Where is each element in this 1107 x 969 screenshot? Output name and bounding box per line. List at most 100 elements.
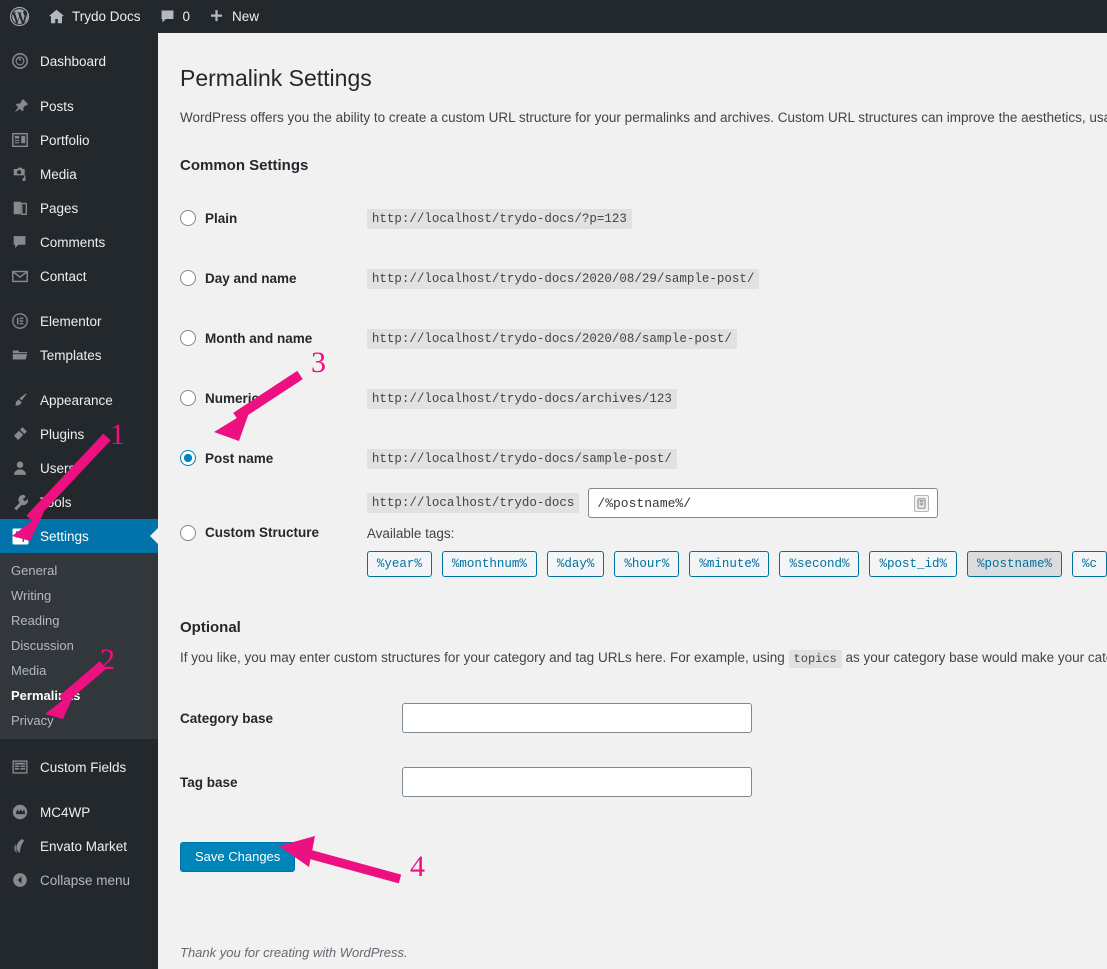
radio-custom-structure[interactable]: [180, 524, 196, 541]
menu-spacer-1: [0, 78, 158, 89]
optional-fields-table: Category base Tag base: [180, 686, 752, 814]
sidebar-label: Custom Fields: [40, 759, 127, 775]
page-title: Permalink Settings: [180, 65, 372, 91]
save-changes-button[interactable]: Save Changes: [180, 842, 296, 873]
adminbar-site-name[interactable]: Trydo Docs: [39, 0, 150, 33]
sidebar-item-contact[interactable]: Contact: [0, 259, 158, 293]
permalink-option-custom-structure[interactable]: Custom Structure: [180, 524, 367, 541]
tag-button-monthnum[interactable]: %monthnum%: [441, 551, 537, 578]
adminbar-comments[interactable]: 0: [150, 0, 200, 33]
common-settings-heading: Common Settings: [180, 157, 309, 175]
page-intro-text: WordPress offers you the ability to crea…: [180, 109, 1107, 125]
sidebar-label: Tools: [40, 494, 72, 510]
admin-sidebar-menu: Dashboard Posts Portfolio Media Pages Co…: [0, 33, 158, 969]
sidebar-item-envato-market[interactable]: Envato Market: [0, 829, 158, 863]
radio-label: Day and name: [205, 270, 297, 286]
sidebar-item-templates[interactable]: Templates: [0, 338, 158, 372]
envato-leaf-icon: [9, 835, 31, 857]
permalink-option-day-and-name[interactable]: Day and name: [180, 270, 367, 287]
sidebar-item-portfolio[interactable]: Portfolio: [0, 123, 158, 157]
permalink-preview-url: http://localhost/trydo-docs/?p=123: [366, 209, 632, 230]
sidebar-item-dashboard[interactable]: Dashboard: [0, 44, 158, 78]
radio-day-and-name[interactable]: [180, 270, 196, 287]
tag-button-category[interactable]: %c: [1071, 551, 1107, 578]
sidebar-item-collapse-menu[interactable]: Collapse menu: [0, 863, 158, 897]
submenu-item-privacy[interactable]: Privacy: [0, 708, 158, 733]
collapse-arrow-icon: [9, 869, 31, 891]
permalink-preview-url: http://localhost/trydo-docs/2020/08/29/s…: [366, 269, 760, 290]
tag-button-minute[interactable]: %minute%: [689, 551, 770, 578]
menu-spacer-5: [0, 784, 158, 795]
wrench-icon: [9, 491, 31, 513]
tag-button-post-id[interactable]: %post_id%: [869, 551, 957, 578]
wordpress-link[interactable]: WordPress: [340, 945, 404, 960]
tag-button-second[interactable]: %second%: [779, 551, 860, 578]
sidebar-item-plugins[interactable]: Plugins: [0, 417, 158, 451]
sidebar-label: Media: [40, 166, 77, 182]
sidebar-item-appearance[interactable]: Appearance: [0, 383, 158, 417]
elementor-icon: [9, 310, 31, 332]
table-grid-icon: [9, 756, 31, 778]
radio-plain[interactable]: [180, 210, 196, 227]
submenu-item-general[interactable]: General: [0, 558, 158, 583]
permalink-option-row: Post name http://localhost/trydo-docs/sa…: [180, 428, 1107, 488]
tag-button-hour[interactable]: %hour%: [614, 551, 680, 578]
sidebar-item-users[interactable]: Users: [0, 451, 158, 485]
envelope-icon: [9, 265, 31, 287]
category-base-input[interactable]: [402, 703, 752, 734]
sidebar-item-elementor[interactable]: Elementor: [0, 304, 158, 338]
sidebar-label: Posts: [40, 98, 74, 114]
adminbar-new[interactable]: New: [199, 0, 268, 33]
sidebar-item-comments[interactable]: Comments: [0, 225, 158, 259]
sidebar-item-posts[interactable]: Posts: [0, 89, 158, 123]
category-base-label: Category base: [180, 710, 274, 726]
adminbar-wp-logo[interactable]: [0, 0, 39, 33]
tag-button-postname[interactable]: %postname%: [966, 551, 1062, 578]
adminbar-new-label: New: [232, 9, 260, 24]
folder-icon: [9, 344, 31, 366]
permalink-option-post-name[interactable]: Post name: [180, 450, 367, 467]
custom-structure-prefix: http://localhost/trydo-docs: [366, 493, 580, 514]
radio-numeric[interactable]: [180, 390, 196, 407]
sidebar-item-custom-fields[interactable]: Custom Fields: [0, 750, 158, 784]
submenu-item-permalinks[interactable]: Permalinks: [0, 683, 158, 708]
submenu-item-reading[interactable]: Reading: [0, 608, 158, 633]
sidebar-item-tools[interactable]: Tools: [0, 485, 158, 519]
main-content: Permalink Settings WordPress offers you …: [158, 33, 1107, 969]
permalink-option-numeric[interactable]: Numeric: [180, 390, 367, 407]
tag-button-day[interactable]: %day%: [546, 551, 605, 578]
menu-spacer-2: [0, 293, 158, 304]
sidebar-label: Collapse menu: [40, 872, 131, 888]
portfolio-grid-icon: [9, 129, 31, 151]
tag-button-year[interactable]: %year%: [366, 551, 432, 578]
permalink-option-row: Day and name http://localhost/trydo-docs…: [180, 248, 1107, 308]
radio-label: Custom Structure: [205, 525, 320, 541]
sidebar-item-pages[interactable]: Pages: [0, 191, 158, 225]
optional-desc-after: as your category base would make your ca…: [845, 650, 1107, 666]
comment-bubble-icon: [159, 8, 176, 25]
radio-month-and-name[interactable]: [180, 330, 196, 347]
permalink-option-row: Numeric http://localhost/trydo-docs/arch…: [180, 368, 1107, 428]
radio-post-name[interactable]: [180, 450, 196, 467]
password-reveal-icon[interactable]: [914, 494, 930, 512]
permalink-option-month-and-name[interactable]: Month and name: [180, 330, 367, 347]
footer-credit: Thank you for creating with WordPress.: [180, 945, 1107, 960]
submenu-item-media[interactable]: Media: [0, 658, 158, 683]
settings-submenu: General Writing Reading Discussion Media…: [0, 553, 158, 739]
permalink-option-plain[interactable]: Plain: [180, 210, 367, 227]
submenu-item-writing[interactable]: Writing: [0, 583, 158, 608]
submenu-item-discussion[interactable]: Discussion: [0, 633, 158, 658]
sidebar-label: Templates: [40, 347, 102, 363]
tag-base-input[interactable]: [402, 767, 752, 798]
sidebar-item-settings[interactable]: Settings: [0, 519, 158, 553]
wordpress-logo-icon: [9, 6, 30, 27]
custom-structure-input[interactable]: /%postname%/: [588, 488, 939, 519]
sidebar-label: Elementor: [40, 313, 102, 329]
sidebar-item-media[interactable]: Media: [0, 157, 158, 191]
sidebar-label: Pages: [40, 200, 79, 216]
custom-structure-row: http://localhost/trydo-docs /%postname%/: [366, 488, 1107, 519]
sidebar-item-mc4wp[interactable]: MC4WP: [0, 795, 158, 829]
sidebar-label: Contact: [40, 268, 87, 284]
adminbar-site-name-label: Trydo Docs: [72, 9, 141, 24]
home-icon: [48, 8, 65, 25]
